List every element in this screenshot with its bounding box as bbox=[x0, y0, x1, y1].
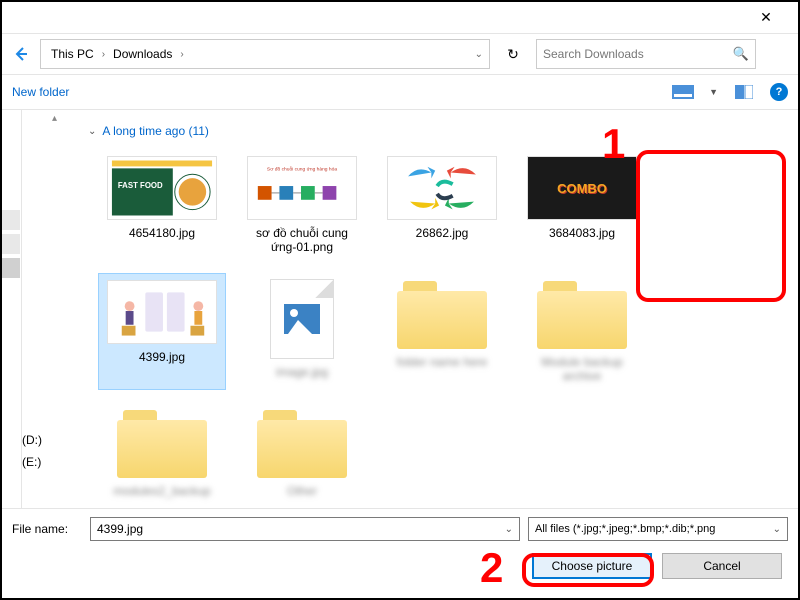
group-header[interactable]: ⌄ A long time ago (11) bbox=[88, 124, 782, 138]
svg-text:Sơ đồ chuỗi cung ứng hàng hóa: Sơ đồ chuỗi cung ứng hàng hóa bbox=[267, 165, 337, 172]
file-name: 26862.jpg bbox=[416, 226, 469, 240]
file-name: sơ đồ chuỗi cung ứng-01.png bbox=[242, 226, 362, 255]
scroll-up-icon[interactable]: ▴ bbox=[52, 110, 70, 124]
file-name: folder name here bbox=[397, 355, 488, 369]
drive-labels: (D:) (E:) bbox=[22, 430, 42, 473]
file-name: image.jpg bbox=[276, 365, 328, 379]
file-name: 4654180.jpg bbox=[129, 226, 195, 240]
chevron-down-icon[interactable]: ▼ bbox=[709, 87, 718, 97]
new-folder-button[interactable]: New folder bbox=[12, 85, 69, 99]
image-file-icon bbox=[270, 279, 334, 359]
thumbnail: COMBO bbox=[527, 156, 637, 220]
sidebar-item[interactable] bbox=[2, 234, 20, 254]
folder-icon bbox=[117, 408, 207, 478]
content-area: ▴ ⌄ A long time ago (11) FAST FOOD 46541… bbox=[2, 110, 798, 540]
file-name: 4399.jpg bbox=[139, 350, 185, 364]
search-icon: 🔍 bbox=[733, 46, 749, 62]
file-grid: FAST FOOD 4654180.jpg Sơ đồ chuỗi cung ứ… bbox=[98, 150, 782, 504]
chevron-down-icon[interactable]: ⌄ bbox=[475, 49, 483, 60]
view-thumbnails-icon[interactable] bbox=[671, 83, 695, 101]
breadcrumb-item[interactable]: This PC bbox=[47, 45, 98, 63]
file-item[interactable]: modules2_backup bbox=[98, 402, 226, 504]
filetype-text: All files (*.jpg;*.jpeg;*.bmp;*.dib;*.pn… bbox=[535, 523, 715, 535]
sidebar-item[interactable] bbox=[2, 210, 20, 230]
bottom-bar: File name: 4399.jpg ⌄ All files (*.jpg;*… bbox=[2, 508, 798, 598]
chevron-down-icon: ⌄ bbox=[88, 126, 96, 137]
cancel-button[interactable]: Cancel bbox=[662, 553, 782, 579]
thumbnail: FAST FOOD bbox=[107, 156, 217, 220]
filename-value: 4399.jpg bbox=[97, 522, 143, 536]
file-item-selected[interactable]: 4399.jpg bbox=[98, 273, 226, 390]
view-preview-icon[interactable] bbox=[732, 83, 756, 101]
thumbnail: Sơ đồ chuỗi cung ứng hàng hóa bbox=[247, 156, 357, 220]
file-list-pane: ▴ ⌄ A long time ago (11) FAST FOOD 46541… bbox=[22, 110, 798, 540]
toolbar: New folder ▼ ? bbox=[2, 74, 798, 110]
thumbnail-text: COMBO bbox=[557, 181, 607, 196]
nav-row: This PC › Downloads › ⌄ ↻ Search Downloa… bbox=[2, 34, 798, 74]
chevron-down-icon[interactable]: ⌄ bbox=[773, 524, 781, 535]
chevron-right-icon: › bbox=[180, 49, 183, 60]
chevron-down-icon[interactable]: ⌄ bbox=[505, 524, 513, 535]
folder-icon bbox=[257, 408, 347, 478]
back-arrow-icon[interactable] bbox=[10, 43, 32, 65]
file-name: 3684083.jpg bbox=[549, 226, 615, 240]
drive-label[interactable]: (D:) bbox=[22, 430, 42, 452]
file-item[interactable]: image.jpg bbox=[238, 273, 366, 390]
titlebar: ✕ bbox=[2, 2, 798, 34]
filename-label: File name: bbox=[12, 522, 82, 536]
breadcrumb-item[interactable]: Downloads bbox=[109, 45, 176, 63]
file-item[interactable]: Sơ đồ chuỗi cung ứng hàng hóa sơ đồ chuỗ… bbox=[238, 150, 366, 261]
file-item[interactable]: COMBO 3684083.jpg bbox=[518, 150, 646, 261]
breadcrumb[interactable]: This PC › Downloads › ⌄ bbox=[40, 39, 490, 69]
file-name: modules2_backup bbox=[113, 484, 210, 498]
search-input[interactable]: Search Downloads 🔍 bbox=[536, 39, 756, 69]
chevron-right-icon: › bbox=[102, 49, 105, 60]
file-item[interactable]: 26862.jpg bbox=[378, 150, 506, 261]
filename-input[interactable]: 4399.jpg ⌄ bbox=[90, 517, 520, 541]
thumbnail bbox=[107, 280, 217, 344]
file-item[interactable]: Other bbox=[238, 402, 366, 504]
file-name: Other bbox=[287, 484, 317, 498]
group-label: A long time ago (11) bbox=[102, 124, 209, 138]
file-item[interactable]: folder name here bbox=[378, 273, 506, 390]
file-name: Module backup archive bbox=[522, 355, 642, 384]
sidebar-item[interactable] bbox=[2, 258, 20, 278]
button-row: Choose picture Cancel bbox=[12, 553, 788, 579]
close-button[interactable]: ✕ bbox=[746, 2, 786, 33]
choose-picture-button[interactable]: Choose picture bbox=[532, 553, 652, 579]
thumbnail bbox=[387, 156, 497, 220]
folder-icon bbox=[537, 279, 627, 349]
svg-text:FAST FOOD: FAST FOOD bbox=[118, 181, 163, 190]
filename-row: File name: 4399.jpg ⌄ All files (*.jpg;*… bbox=[12, 517, 788, 541]
search-placeholder: Search Downloads bbox=[543, 47, 733, 61]
refresh-button[interactable]: ↻ bbox=[498, 39, 528, 69]
nav-sidebar bbox=[2, 110, 22, 540]
file-item[interactable]: FAST FOOD 4654180.jpg bbox=[98, 150, 226, 261]
file-item[interactable]: Module backup archive bbox=[518, 273, 646, 390]
folder-icon bbox=[397, 279, 487, 349]
drive-label[interactable]: (E:) bbox=[22, 452, 42, 474]
filetype-select[interactable]: All files (*.jpg;*.jpeg;*.bmp;*.dib;*.pn… bbox=[528, 517, 788, 541]
help-icon[interactable]: ? bbox=[770, 83, 788, 101]
